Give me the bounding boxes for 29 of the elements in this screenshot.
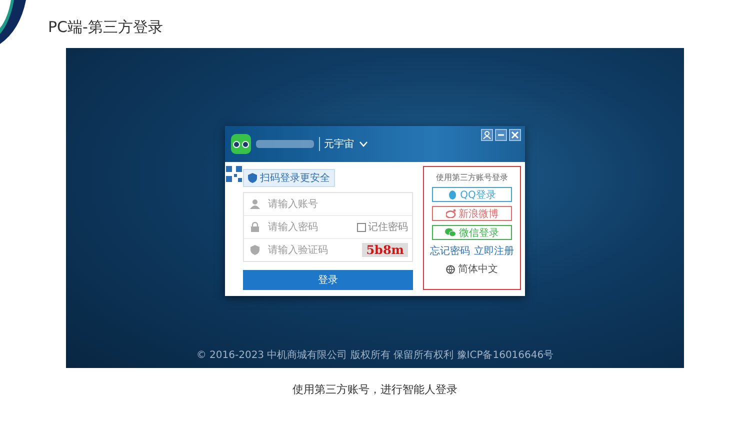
captcha-image[interactable]: 5b8m — [362, 243, 408, 257]
minimize-icon[interactable] — [495, 129, 507, 141]
corner-arc-drawing — [0, 0, 26, 44]
page-title: PC端-第三方登录 — [48, 18, 163, 37]
close-icon[interactable] — [509, 129, 521, 141]
qr-hint-text: 扫码登录更安全 — [260, 172, 330, 185]
remember-checkbox[interactable]: 记住密码 — [357, 220, 408, 234]
qr-code-icon[interactable] — [226, 166, 242, 182]
user-icon[interactable] — [481, 129, 493, 141]
lock-icon — [250, 222, 260, 232]
brand-name: 元宇宙 — [319, 137, 354, 151]
blurred-username — [256, 140, 314, 148]
globe-icon — [446, 264, 455, 274]
third-party-login-button[interactable]: 新浪微博 — [432, 206, 512, 221]
copyright-text: © 2016-2023 中机商城有限公司 版权所有 保留所有权利 豫ICP备16016646号 — [196, 348, 554, 362]
caption: 使用第三方账号，进行智能人登录 — [292, 382, 458, 397]
text-link[interactable]: 立即注册 — [474, 244, 514, 258]
login-button[interactable]: 登录 — [243, 270, 413, 290]
text-link[interactable]: 忘记密码 — [430, 244, 470, 258]
third-party-login-button[interactable]: QQ登录 — [432, 187, 512, 202]
shield-icon — [248, 173, 257, 183]
person-icon — [250, 199, 260, 209]
app-logo-icon — [231, 134, 251, 154]
language-selector[interactable]: 简体中文 — [458, 262, 498, 276]
shield-icon — [250, 245, 260, 255]
third-party-login-button[interactable]: 微信登录 — [432, 225, 512, 240]
chat-bubbles-icon — [445, 228, 456, 237]
third-party-heading: 使用第三方账号登录 — [436, 172, 508, 183]
chevron-down-icon[interactable] — [359, 141, 368, 147]
